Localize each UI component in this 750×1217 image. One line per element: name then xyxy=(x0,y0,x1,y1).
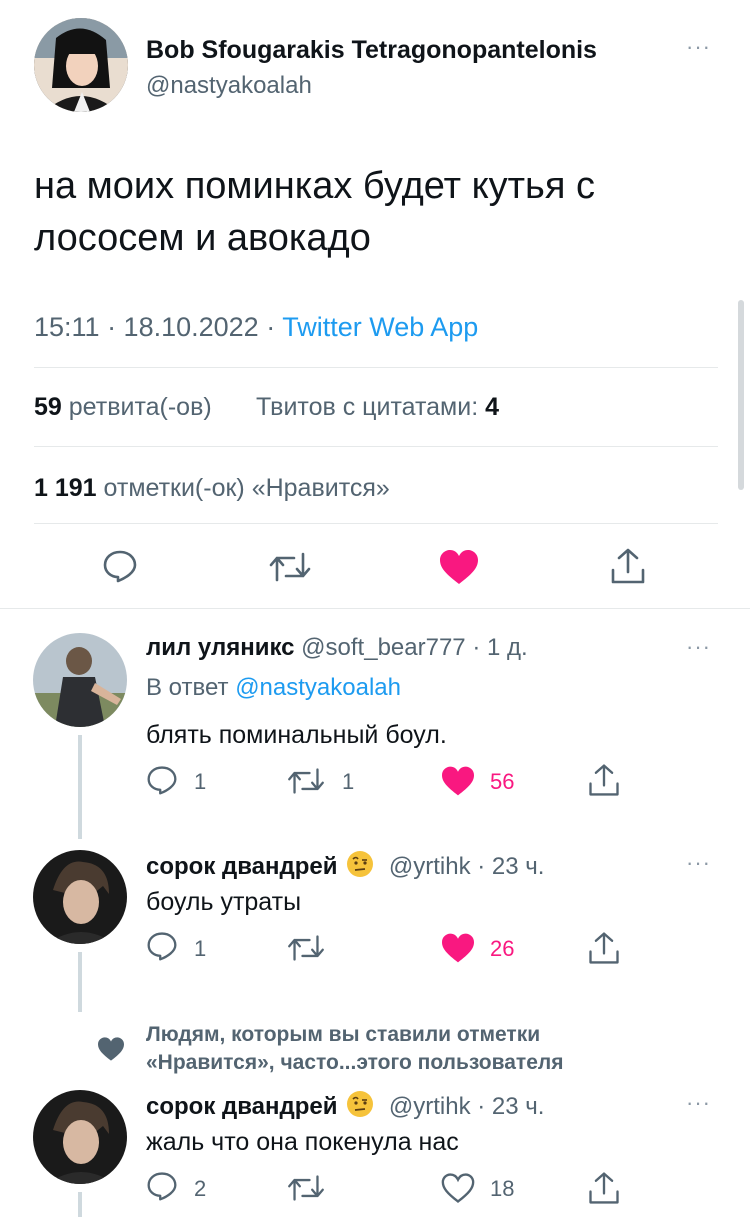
reply-avatar[interactable] xyxy=(33,850,127,944)
like-count: 18 xyxy=(490,1176,515,1201)
reply-icon[interactable] xyxy=(146,764,178,796)
reply-count: 2 xyxy=(194,1176,207,1201)
thread-line xyxy=(78,952,82,1012)
reply-icon[interactable] xyxy=(146,930,178,962)
divider xyxy=(34,523,718,524)
reply-author-handle[interactable]: @yrtihk · 23 ч. xyxy=(389,1093,545,1120)
likes-label: отметки(-ок) «Нравится» xyxy=(103,474,390,502)
like-icon[interactable] xyxy=(440,1172,476,1204)
reply-author-name[interactable]: сорок двандрей xyxy=(146,1093,338,1120)
author-avatar-image xyxy=(34,18,128,112)
quotes-count: 4 xyxy=(485,393,500,421)
reply-avatar-image xyxy=(33,1090,127,1184)
share-icon[interactable] xyxy=(586,930,622,966)
divider xyxy=(34,446,718,447)
retweet-icon[interactable] xyxy=(286,1173,326,1203)
tweet-time[interactable]: 15:11 · 18.10.2022 · xyxy=(34,312,282,342)
reply-context: В ответ @nastyakoalah xyxy=(146,674,401,702)
reply-to-prefix: В ответ xyxy=(146,674,236,701)
reply-to-link[interactable]: @nastyakoalah xyxy=(235,674,401,701)
tweet-stats-quotes[interactable]: Твитов с цитатами: 4 xyxy=(256,393,499,422)
reply-author-name[interactable]: сорок двандрей xyxy=(146,853,338,880)
reply-author-name[interactable]: лил уляникс xyxy=(146,634,295,661)
like-count: 56 xyxy=(490,769,515,794)
reply-header: лил уляникс @soft_bear777 · 1 д. xyxy=(146,634,528,662)
retweet-icon[interactable] xyxy=(268,550,312,584)
likes-count: 1 191 xyxy=(34,474,97,502)
tweet-stats-retweets[interactable]: 59 ретвита(-ов) xyxy=(34,393,212,422)
like-count: 26 xyxy=(490,936,515,961)
more-options-icon[interactable]: ··· xyxy=(686,1090,711,1116)
share-icon[interactable] xyxy=(608,546,648,586)
reply-text: боуль утраты xyxy=(146,888,302,916)
reply-avatar[interactable] xyxy=(33,633,127,727)
more-options-icon[interactable]: ··· xyxy=(686,634,711,660)
reply-icon[interactable] xyxy=(146,1170,178,1202)
reply-header: сорок двандрей @yrtihk · 23 ч. xyxy=(146,1090,544,1121)
raised-eyebrow-emoji-icon xyxy=(347,851,374,877)
reply-author-handle[interactable]: @yrtihk · 23 ч. xyxy=(389,853,545,880)
retweet-count: 1 xyxy=(342,769,355,794)
raised-eyebrow-emoji-icon xyxy=(347,1091,374,1117)
reply-text: жаль что она покенула нас xyxy=(146,1128,459,1156)
reply-icon[interactable] xyxy=(102,548,138,584)
thread-line xyxy=(78,735,82,839)
author-avatar[interactable] xyxy=(34,18,128,112)
retweet-icon[interactable] xyxy=(286,933,326,963)
author-name[interactable]: Bob Sfougarakis Tetragonopantelonis xyxy=(146,36,597,65)
social-context[interactable]: Людям, которым вы ставили отметки «Нрави… xyxy=(146,1021,564,1077)
tweet-text-line-1: на моих поминках будет кутья с xyxy=(34,165,595,207)
like-icon[interactable] xyxy=(440,765,476,797)
reply-count: 1 xyxy=(194,769,207,794)
reply-avatar-image xyxy=(33,850,127,944)
like-icon[interactable] xyxy=(438,548,480,586)
retweets-label: ретвита(-ов) xyxy=(68,393,212,421)
reply-avatar-image xyxy=(33,633,127,727)
scrollbar[interactable] xyxy=(738,300,744,490)
quotes-label: Твитов с цитатами: xyxy=(256,393,479,421)
more-options-icon[interactable]: ··· xyxy=(686,850,711,876)
retweets-count: 59 xyxy=(34,393,62,421)
heart-context-icon xyxy=(98,1037,124,1061)
tweet-source-link[interactable]: Twitter Web App xyxy=(282,312,478,342)
tweet-text-line-2: лососем и авокадо xyxy=(34,217,371,259)
social-context-line-2: «Нравится», часто...этого пользователя xyxy=(146,1051,564,1074)
social-context-line-1: Людям, которым вы ставили отметки xyxy=(146,1023,541,1046)
more-options-icon[interactable]: ··· xyxy=(686,34,711,60)
reply-count: 1 xyxy=(194,936,207,961)
share-icon[interactable] xyxy=(586,762,622,798)
reply-avatar[interactable] xyxy=(33,1090,127,1184)
like-icon[interactable] xyxy=(440,932,476,964)
divider xyxy=(0,608,750,609)
tweet-text: на моих поминках будет кутья с лососем и… xyxy=(34,160,595,264)
share-icon[interactable] xyxy=(586,1170,622,1206)
reply-text: блять поминальный боул. xyxy=(146,721,447,749)
reply-header: сорок двандрей @yrtihk · 23 ч. xyxy=(146,850,544,881)
tweet-stats-likes[interactable]: 1 191 отметки(-ок) «Нравится» xyxy=(34,474,390,503)
tweet-timestamp: 15:11 · 18.10.2022 · Twitter Web App xyxy=(34,312,478,343)
author-handle[interactable]: @nastyakoalah xyxy=(146,72,312,100)
retweet-icon[interactable] xyxy=(286,766,326,796)
reply-author-handle[interactable]: @soft_bear777 · 1 д. xyxy=(301,634,528,661)
thread-line xyxy=(78,1192,82,1217)
divider xyxy=(34,367,718,368)
